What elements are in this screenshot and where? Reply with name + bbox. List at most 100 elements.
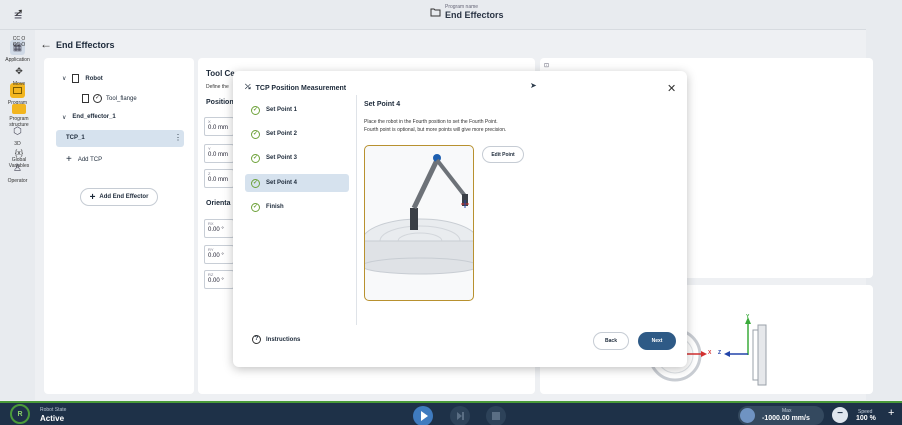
connection-icon[interactable]: ➚ — [2, 6, 36, 19]
z-axis-label: Z — [718, 350, 722, 356]
step-icon — [457, 412, 464, 420]
plus-icon: + — [66, 154, 72, 165]
chevron-down-icon: ∨ — [62, 76, 67, 82]
step-description-line1: Place the robot in the Fourth position t… — [364, 119, 498, 125]
mouse-cursor-icon: ➤ — [530, 81, 537, 90]
robot-logo-icon[interactable]: R — [10, 404, 30, 424]
play-button[interactable] — [413, 406, 433, 425]
nav-label: Operator — [7, 178, 28, 184]
field-key: Y — [208, 146, 211, 151]
play-icon — [421, 411, 428, 421]
next-button[interactable]: Next — [638, 332, 676, 350]
step-title: Set Point 4 — [364, 101, 401, 108]
field-key: Z — [208, 171, 211, 176]
tree-robot-label: Robot — [85, 75, 103, 82]
robot-illustration — [365, 154, 473, 275]
tree-robot[interactable]: ∨ Robot — [62, 74, 103, 83]
program-name-value: End Effectors — [445, 10, 504, 20]
rz-field[interactable]: RZ 0.00 ° — [204, 270, 234, 289]
field-value: 0.0 mm — [208, 125, 229, 131]
help-icon: ? — [252, 335, 261, 344]
check-circle-icon: ✓ — [251, 129, 260, 139]
tree-tcp-row[interactable]: TCP_1 ⋮ — [56, 130, 184, 147]
step-label: Set Point 3 — [266, 155, 298, 161]
program-name: Program name End Effectors — [430, 4, 504, 20]
step-finish[interactable]: ✓ Finish — [245, 198, 349, 216]
max-label: Max — [782, 408, 792, 414]
check-circle-icon: ✓ — [251, 178, 260, 188]
check-circle-icon: ✓ — [251, 153, 260, 163]
dialog-divider — [356, 95, 357, 325]
field-value: 0.00 ° — [208, 227, 224, 233]
field-key: RX — [208, 221, 214, 226]
robot-forearm — [435, 158, 467, 198]
bookmark-icon — [82, 94, 89, 103]
braces-icon: {x} — [14, 150, 24, 157]
speed-mode-icon[interactable] — [740, 408, 755, 423]
edit-point-button[interactable]: Edit Point — [482, 146, 524, 163]
step-label: Set Point 4 — [266, 180, 298, 186]
step-button[interactable] — [450, 406, 470, 425]
y-field[interactable]: Y 0.0 mm — [204, 144, 234, 163]
speed-decrease-button[interactable]: − — [832, 407, 848, 423]
tree-end-effector[interactable]: ∨ End_effector_1 — [62, 114, 116, 121]
x-field[interactable]: X 0.0 mm — [204, 117, 234, 136]
tree-panel — [44, 58, 194, 394]
step-set-point-4[interactable]: ✓ Set Point 4 — [245, 174, 349, 192]
tool-title: Tool Ce — [206, 69, 235, 78]
rx-field[interactable]: RX 0.00 ° — [204, 219, 234, 238]
add-tcp-label: Add TCP — [77, 156, 103, 163]
cc-label-2: CC O — [12, 42, 26, 48]
stop-icon — [492, 412, 500, 420]
move-label[interactable]: Move — [2, 81, 36, 87]
robot-state-label: Robot State — [40, 407, 67, 413]
close-icon[interactable]: ✕ — [667, 82, 676, 95]
back-button[interactable]: Back — [593, 332, 629, 350]
move-icon[interactable]: ✥ — [2, 66, 36, 77]
tree-tool-flange-label: Tool_flange — [106, 95, 137, 102]
x-axis-label: X — [708, 350, 712, 356]
check-circle-icon: ✓ — [251, 202, 260, 212]
step-set-point-1[interactable]: ✓ Set Point 1 — [245, 101, 349, 119]
step-set-point-2[interactable]: ✓ Set Point 2 — [245, 125, 349, 143]
floor-front-edge — [365, 257, 473, 275]
bookmark-icon — [72, 74, 80, 83]
nav-label: Application — [5, 57, 30, 63]
orientation-label: Orienta — [206, 200, 231, 207]
z-field[interactable]: Z 0.0 mm — [204, 169, 234, 188]
field-key: RY — [208, 247, 214, 252]
x-axis-arrow — [701, 351, 707, 357]
nav-label: 3D — [14, 141, 21, 147]
speed-increase-button[interactable]: + — [888, 407, 894, 419]
field-key: X — [208, 119, 211, 124]
robot-base — [410, 208, 418, 230]
step-label: Set Point 2 — [266, 131, 298, 137]
instructions-link[interactable]: ? Instructions — [252, 335, 300, 344]
list-icon — [12, 104, 26, 114]
robot-upper-arm — [411, 158, 440, 210]
tree-tool-flange[interactable]: ✓ Tool_flange — [82, 94, 137, 103]
field-value: 0.00 ° — [208, 278, 224, 284]
step-label: Finish — [266, 204, 284, 210]
add-end-effector-button[interactable]: + Add End Effector — [80, 188, 158, 206]
program-structure-button[interactable]: Program structure — [2, 104, 36, 128]
more-icon[interactable]: ⋮ — [174, 133, 182, 142]
dialog-title: ⤯ TCP Position Measurement — [245, 84, 346, 92]
plus-icon: + — [89, 191, 96, 203]
global-variables-button[interactable]: {x} Global Variables — [2, 150, 36, 169]
view-icon[interactable]: ⊡ — [544, 62, 549, 69]
field-value: 0.0 mm — [208, 152, 229, 158]
add-tcp-button[interactable]: + Add TCP — [66, 154, 102, 165]
tree-tcp-label: TCP_1 — [66, 135, 85, 141]
field-value: 0.00 ° — [208, 253, 224, 259]
stop-button[interactable] — [486, 406, 506, 425]
ry-field[interactable]: RY 0.00 ° — [204, 245, 234, 264]
chevron-down-icon: ∨ — [62, 115, 67, 121]
back-arrow-icon[interactable]: ← — [40, 37, 52, 51]
dialog-title-text: TCP Position Measurement — [255, 84, 347, 92]
step-label: Set Point 1 — [266, 107, 298, 113]
speed-value: 100 % — [856, 415, 876, 422]
folder-icon — [430, 8, 441, 16]
step-set-point-3[interactable]: ✓ Set Point 3 — [245, 149, 349, 167]
program-structure-label: Program structure — [9, 116, 29, 128]
